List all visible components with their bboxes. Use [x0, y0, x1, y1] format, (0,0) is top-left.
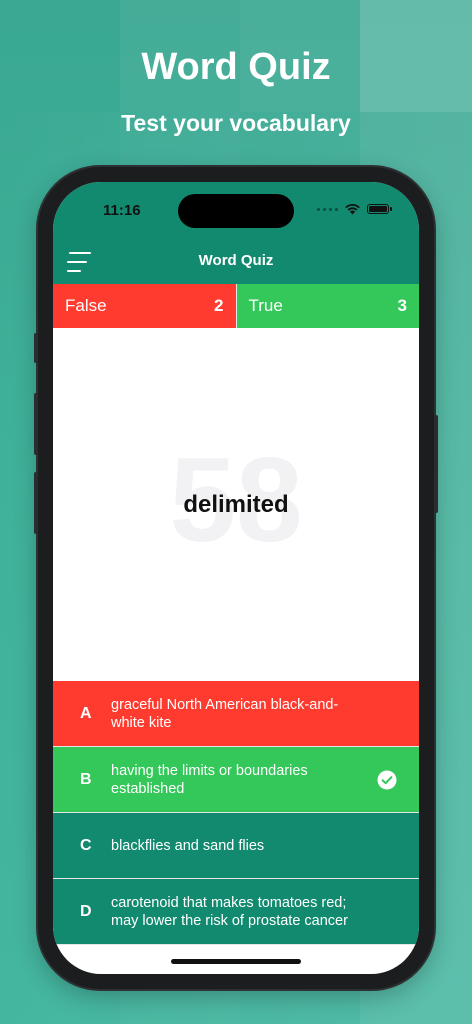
navigation-bar: Word Quiz [53, 240, 419, 284]
answer-letter: D [80, 903, 92, 920]
answer-text: carotenoid that makes tomatoes red; may … [111, 894, 348, 929]
cellular-dots-icon [317, 207, 338, 211]
status-bar: 11:16 [53, 182, 419, 240]
checkmark-circle-icon [377, 770, 397, 790]
app-store-screenshot: Word Quiz Test your vocabulary 11:16 Wor… [0, 0, 472, 1024]
answer-option-b[interactable]: B having the limits or boundaries establ… [53, 747, 419, 813]
volume-up-button [34, 393, 38, 455]
phone-frame: 11:16 Word Quiz False 2 True 3 58 delimi… [34, 167, 438, 989]
true-score: True 3 [236, 284, 419, 328]
power-button [434, 415, 438, 513]
false-score: False 2 [53, 284, 237, 328]
answer-letter: B [80, 771, 92, 788]
volume-down-button [34, 472, 38, 534]
true-score-count: 3 [397, 296, 407, 315]
question-card: 58 delimited [53, 328, 419, 681]
status-time: 11:16 [103, 202, 141, 219]
mute-switch [34, 333, 38, 363]
answer-letter: A [80, 705, 92, 722]
answer-text: graceful North American black-and-white … [111, 696, 339, 731]
answer-list: A graceful North American black-and-whit… [53, 681, 419, 945]
answer-option-a[interactable]: A graceful North American black-and-whit… [53, 681, 419, 747]
false-score-count: 2 [214, 296, 224, 315]
answer-text: blackflies and sand flies [111, 837, 265, 854]
phone-screen: 11:16 Word Quiz False 2 True 3 58 delimi… [53, 182, 419, 974]
answer-letter: C [80, 837, 92, 854]
promo-subtitle: Test your vocabulary [121, 110, 351, 136]
nav-title: Word Quiz [198, 252, 274, 269]
home-indicator[interactable] [171, 959, 301, 964]
false-score-label: False [65, 296, 107, 315]
answer-text: having the limits or boundaries establis… [111, 762, 308, 797]
score-bar: False 2 True 3 [53, 284, 419, 328]
true-score-label: True [248, 296, 283, 315]
answer-option-c[interactable]: C blackflies and sand flies [53, 813, 419, 879]
battery-icon [367, 204, 392, 214]
quiz-word: delimited [183, 491, 289, 518]
promo-title: Word Quiz [141, 46, 331, 88]
answer-option-d[interactable]: D carotenoid that makes tomatoes red; ma… [53, 879, 419, 945]
wifi-icon [345, 204, 360, 215]
dynamic-island [178, 194, 294, 228]
